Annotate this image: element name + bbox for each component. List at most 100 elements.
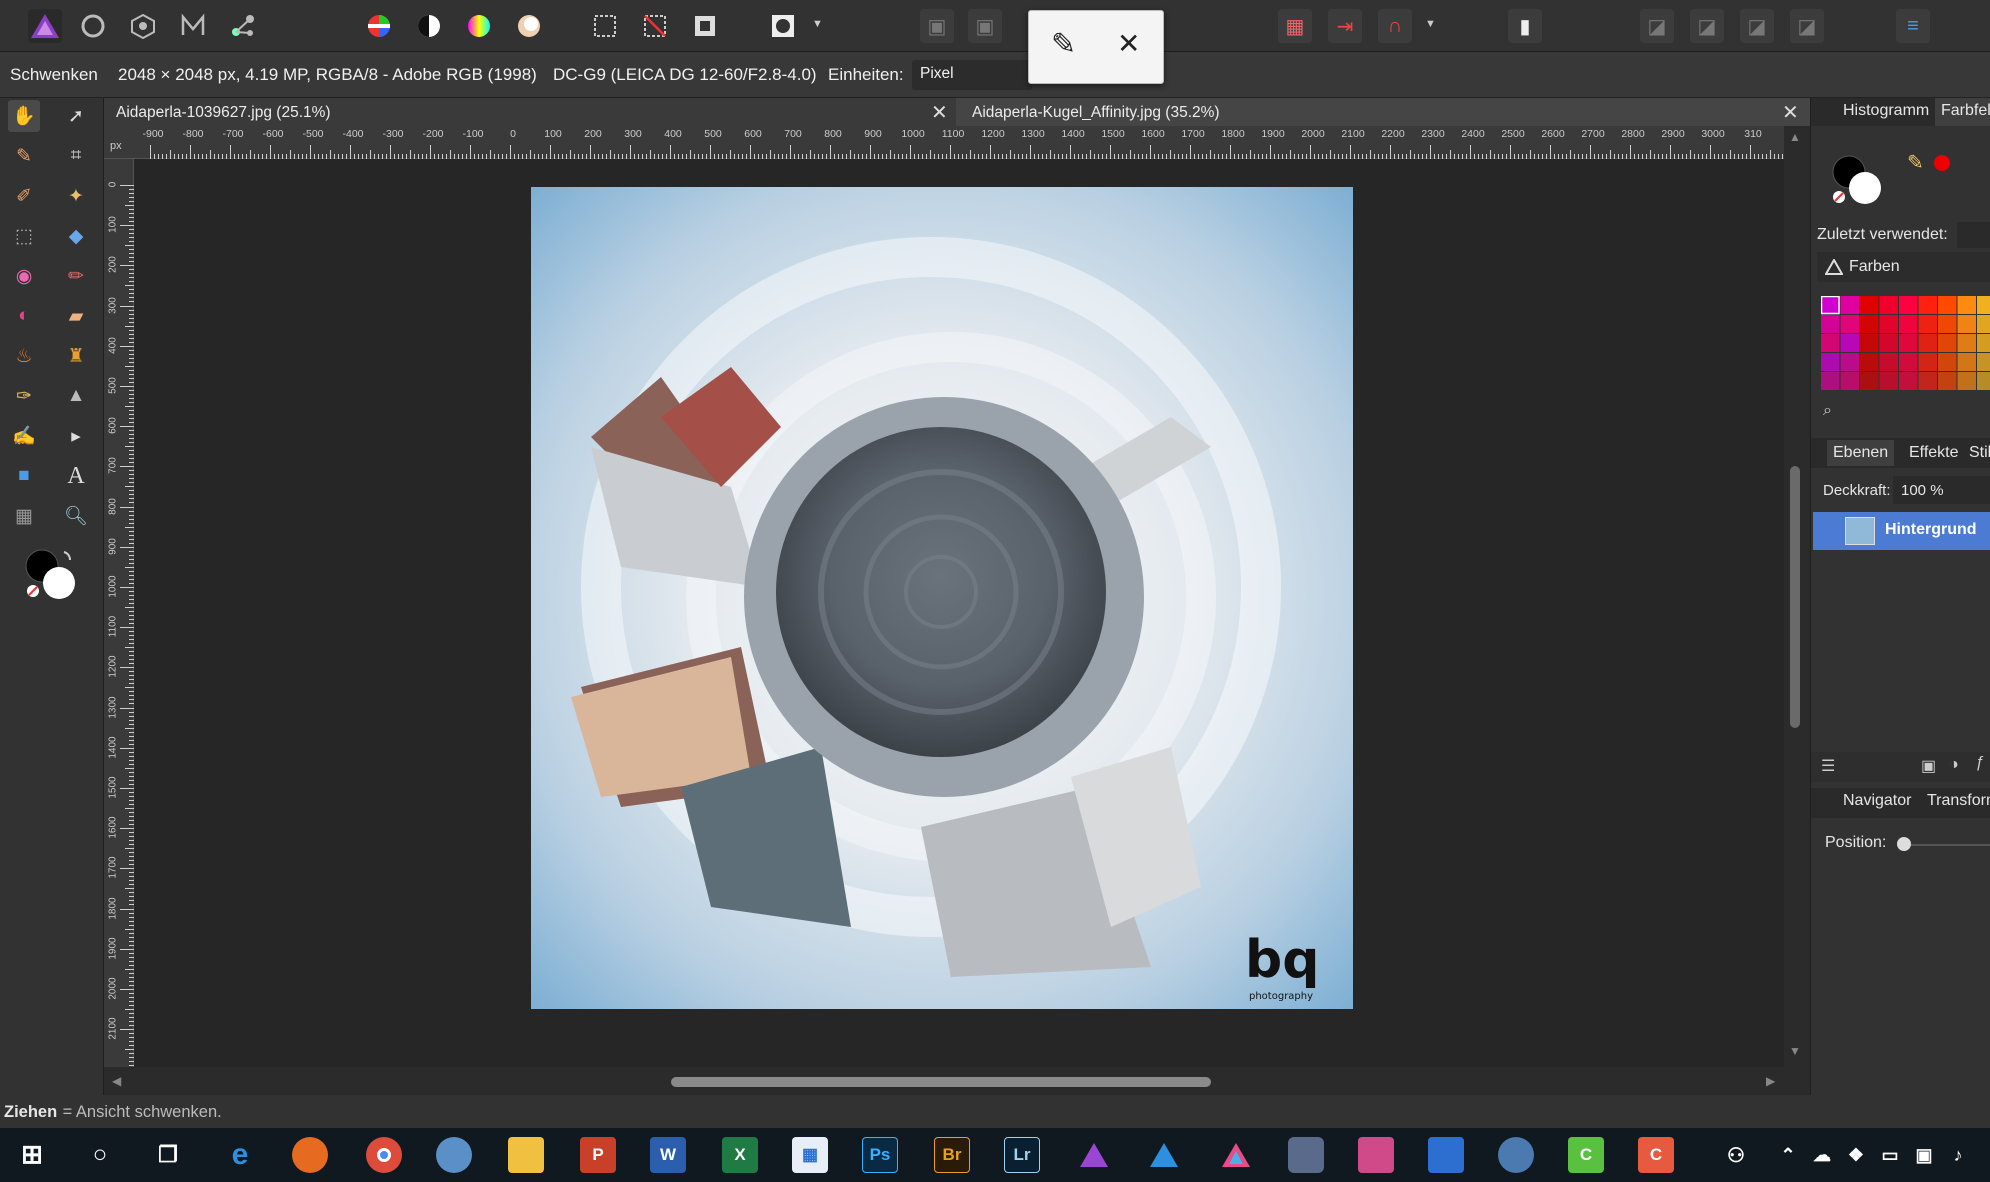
- move-tool-icon[interactable]: ➚: [60, 100, 92, 132]
- deselect-icon[interactable]: [638, 9, 672, 43]
- swatch[interactable]: [1899, 315, 1918, 333]
- swatch[interactable]: [1957, 372, 1977, 390]
- swatch[interactable]: [1879, 334, 1899, 352]
- mesh-warp-icon[interactable]: ▦: [8, 500, 40, 532]
- recent-color-icon[interactable]: [1933, 154, 1951, 172]
- swatch[interactable]: [1899, 372, 1918, 390]
- people-icon[interactable]: ⚇: [1718, 1137, 1754, 1173]
- word-icon[interactable]: W: [650, 1137, 686, 1173]
- recent-colors[interactable]: [1957, 222, 1990, 248]
- swatch[interactable]: [1957, 334, 1977, 352]
- swatch[interactable]: [1918, 372, 1938, 390]
- swatch[interactable]: [1938, 353, 1957, 371]
- calendar-icon[interactable]: ▦: [792, 1137, 828, 1173]
- color-wheel-icon[interactable]: [362, 9, 396, 43]
- boolean-xor-icon[interactable]: ◪: [1790, 9, 1824, 43]
- edge-icon[interactable]: e: [222, 1137, 258, 1173]
- eyedropper-icon[interactable]: ✎: [1907, 150, 1924, 175]
- scroll-left-icon[interactable]: ◀: [112, 1074, 121, 1088]
- swatch[interactable]: [1840, 353, 1860, 371]
- vertical-scrollbar[interactable]: ▲ ▼: [1784, 126, 1806, 1067]
- adjustment-layer-icon[interactable]: ◑: [1949, 756, 1959, 774]
- boolean-add-icon[interactable]: ◪: [1640, 9, 1674, 43]
- swatch[interactable]: [1860, 296, 1879, 314]
- mask-layer-icon[interactable]: ▣: [1921, 756, 1936, 776]
- tab-transform[interactable]: Transform: [1927, 792, 1990, 810]
- snapping-icon[interactable]: ⇥: [1328, 9, 1362, 43]
- close-icon[interactable]: ✕: [931, 100, 948, 125]
- swatch[interactable]: [1977, 353, 1990, 371]
- node-tool-icon[interactable]: ▸: [60, 420, 92, 452]
- color-swatch-grid[interactable]: [1821, 296, 1990, 392]
- swatch[interactable]: [1860, 315, 1879, 333]
- chevron-down-icon[interactable]: ▼: [812, 18, 823, 30]
- swatch[interactable]: [1938, 296, 1957, 314]
- marquee-icon[interactable]: [588, 9, 622, 43]
- units-select[interactable]: Pixel: [912, 60, 1032, 90]
- horizontal-scrollbar[interactable]: ◀ ▶: [104, 1067, 1806, 1095]
- document-image[interactable]: bq photography: [531, 187, 1353, 1009]
- swatch[interactable]: [1860, 334, 1879, 352]
- selection-brush-icon[interactable]: ✐: [8, 180, 40, 212]
- smudge-tool-icon[interactable]: ✍: [8, 420, 40, 452]
- liquify-persona-icon[interactable]: [126, 9, 160, 43]
- swatch[interactable]: [1860, 353, 1879, 371]
- scroll-right-icon[interactable]: ▶: [1766, 1074, 1775, 1088]
- cloud-icon[interactable]: ☁: [1804, 1137, 1840, 1173]
- swatch[interactable]: [1840, 296, 1860, 314]
- tab-styles[interactable]: Stil: [1969, 444, 1990, 462]
- swatch[interactable]: [1879, 353, 1899, 371]
- magic-wand-icon[interactable]: ✦: [60, 180, 92, 212]
- eyedropper-tool-icon[interactable]: ✎: [8, 140, 40, 172]
- canvas-area[interactable]: bq photography: [134, 159, 1784, 1067]
- excel-icon[interactable]: X: [722, 1137, 758, 1173]
- dropbox-icon[interactable]: ❖: [1838, 1137, 1874, 1173]
- app-cube-icon[interactable]: [1288, 1137, 1324, 1173]
- chevron-down-icon[interactable]: ▼: [1425, 18, 1436, 30]
- swatch[interactable]: [1860, 372, 1879, 390]
- affinity-photo-icon[interactable]: [1076, 1137, 1112, 1173]
- color-replacement-icon[interactable]: ◉: [8, 260, 40, 292]
- close-icon[interactable]: ✕: [1117, 27, 1140, 60]
- fg-bg-color-icon[interactable]: [1829, 152, 1889, 210]
- photoshop-icon[interactable]: Ps: [862, 1137, 898, 1173]
- fg-bg-color-icon[interactable]: [22, 546, 82, 604]
- arrange-back-icon[interactable]: ▣: [968, 9, 1002, 43]
- swatch[interactable]: [1899, 334, 1918, 352]
- swatch[interactable]: [1821, 334, 1840, 352]
- volume-icon[interactable]: ♪: [1940, 1137, 1976, 1173]
- publisher-beta-icon[interactable]: [1428, 1137, 1464, 1173]
- clone-stamp-icon[interactable]: ♜: [60, 340, 92, 372]
- swatch[interactable]: [1957, 353, 1977, 371]
- contrast-icon[interactable]: [412, 9, 446, 43]
- zoom-tool-icon[interactable]: 🔍︎: [60, 500, 92, 532]
- recorder-icon[interactable]: C: [1638, 1137, 1674, 1173]
- crop-tool-icon[interactable]: ⌗: [60, 140, 92, 172]
- position-slider[interactable]: [1897, 837, 1911, 851]
- tab-document-1[interactable]: Aidaperla-1039627.jpg (25.1%): [116, 98, 331, 126]
- swatch[interactable]: [1918, 296, 1938, 314]
- task-view-icon[interactable]: ❐: [150, 1137, 186, 1173]
- swatch[interactable]: [1977, 296, 1990, 314]
- text-tool-icon[interactable]: A: [60, 460, 92, 492]
- windows-start-icon[interactable]: ⊞: [14, 1136, 50, 1172]
- swatch[interactable]: [1821, 296, 1840, 314]
- tab-document-2[interactable]: Aidaperla-Kugel_Affinity.jpg (35.2%): [956, 98, 1810, 126]
- tab-layers[interactable]: Ebenen: [1827, 440, 1895, 466]
- pencil-icon[interactable]: ✎: [1051, 27, 1076, 62]
- boolean-subtract-icon[interactable]: ◪: [1690, 9, 1724, 43]
- swatch[interactable]: [1899, 296, 1918, 314]
- ruler-horizontal[interactable]: px -900 -800 -700 -600 -500 -400 -300 -200 -100 0…: [104, 126, 1806, 159]
- export-persona-icon[interactable]: [226, 9, 260, 43]
- network-icon[interactable]: ▣: [1906, 1137, 1942, 1173]
- hand-tool-icon[interactable]: ✋: [8, 100, 40, 132]
- browser-globe-icon[interactable]: [1498, 1137, 1534, 1173]
- swatch[interactable]: [1957, 296, 1977, 314]
- invert-selection-icon[interactable]: [688, 9, 722, 43]
- fx-icon[interactable]: ƒ: [1975, 754, 1984, 772]
- boolean-intersect-icon[interactable]: ◪: [1740, 9, 1774, 43]
- sharpen-tool-icon[interactable]: ▲: [60, 380, 92, 412]
- swatch[interactable]: [1821, 315, 1840, 333]
- close-icon[interactable]: ✕: [1782, 100, 1799, 125]
- palette-select[interactable]: Farben: [1817, 252, 1990, 282]
